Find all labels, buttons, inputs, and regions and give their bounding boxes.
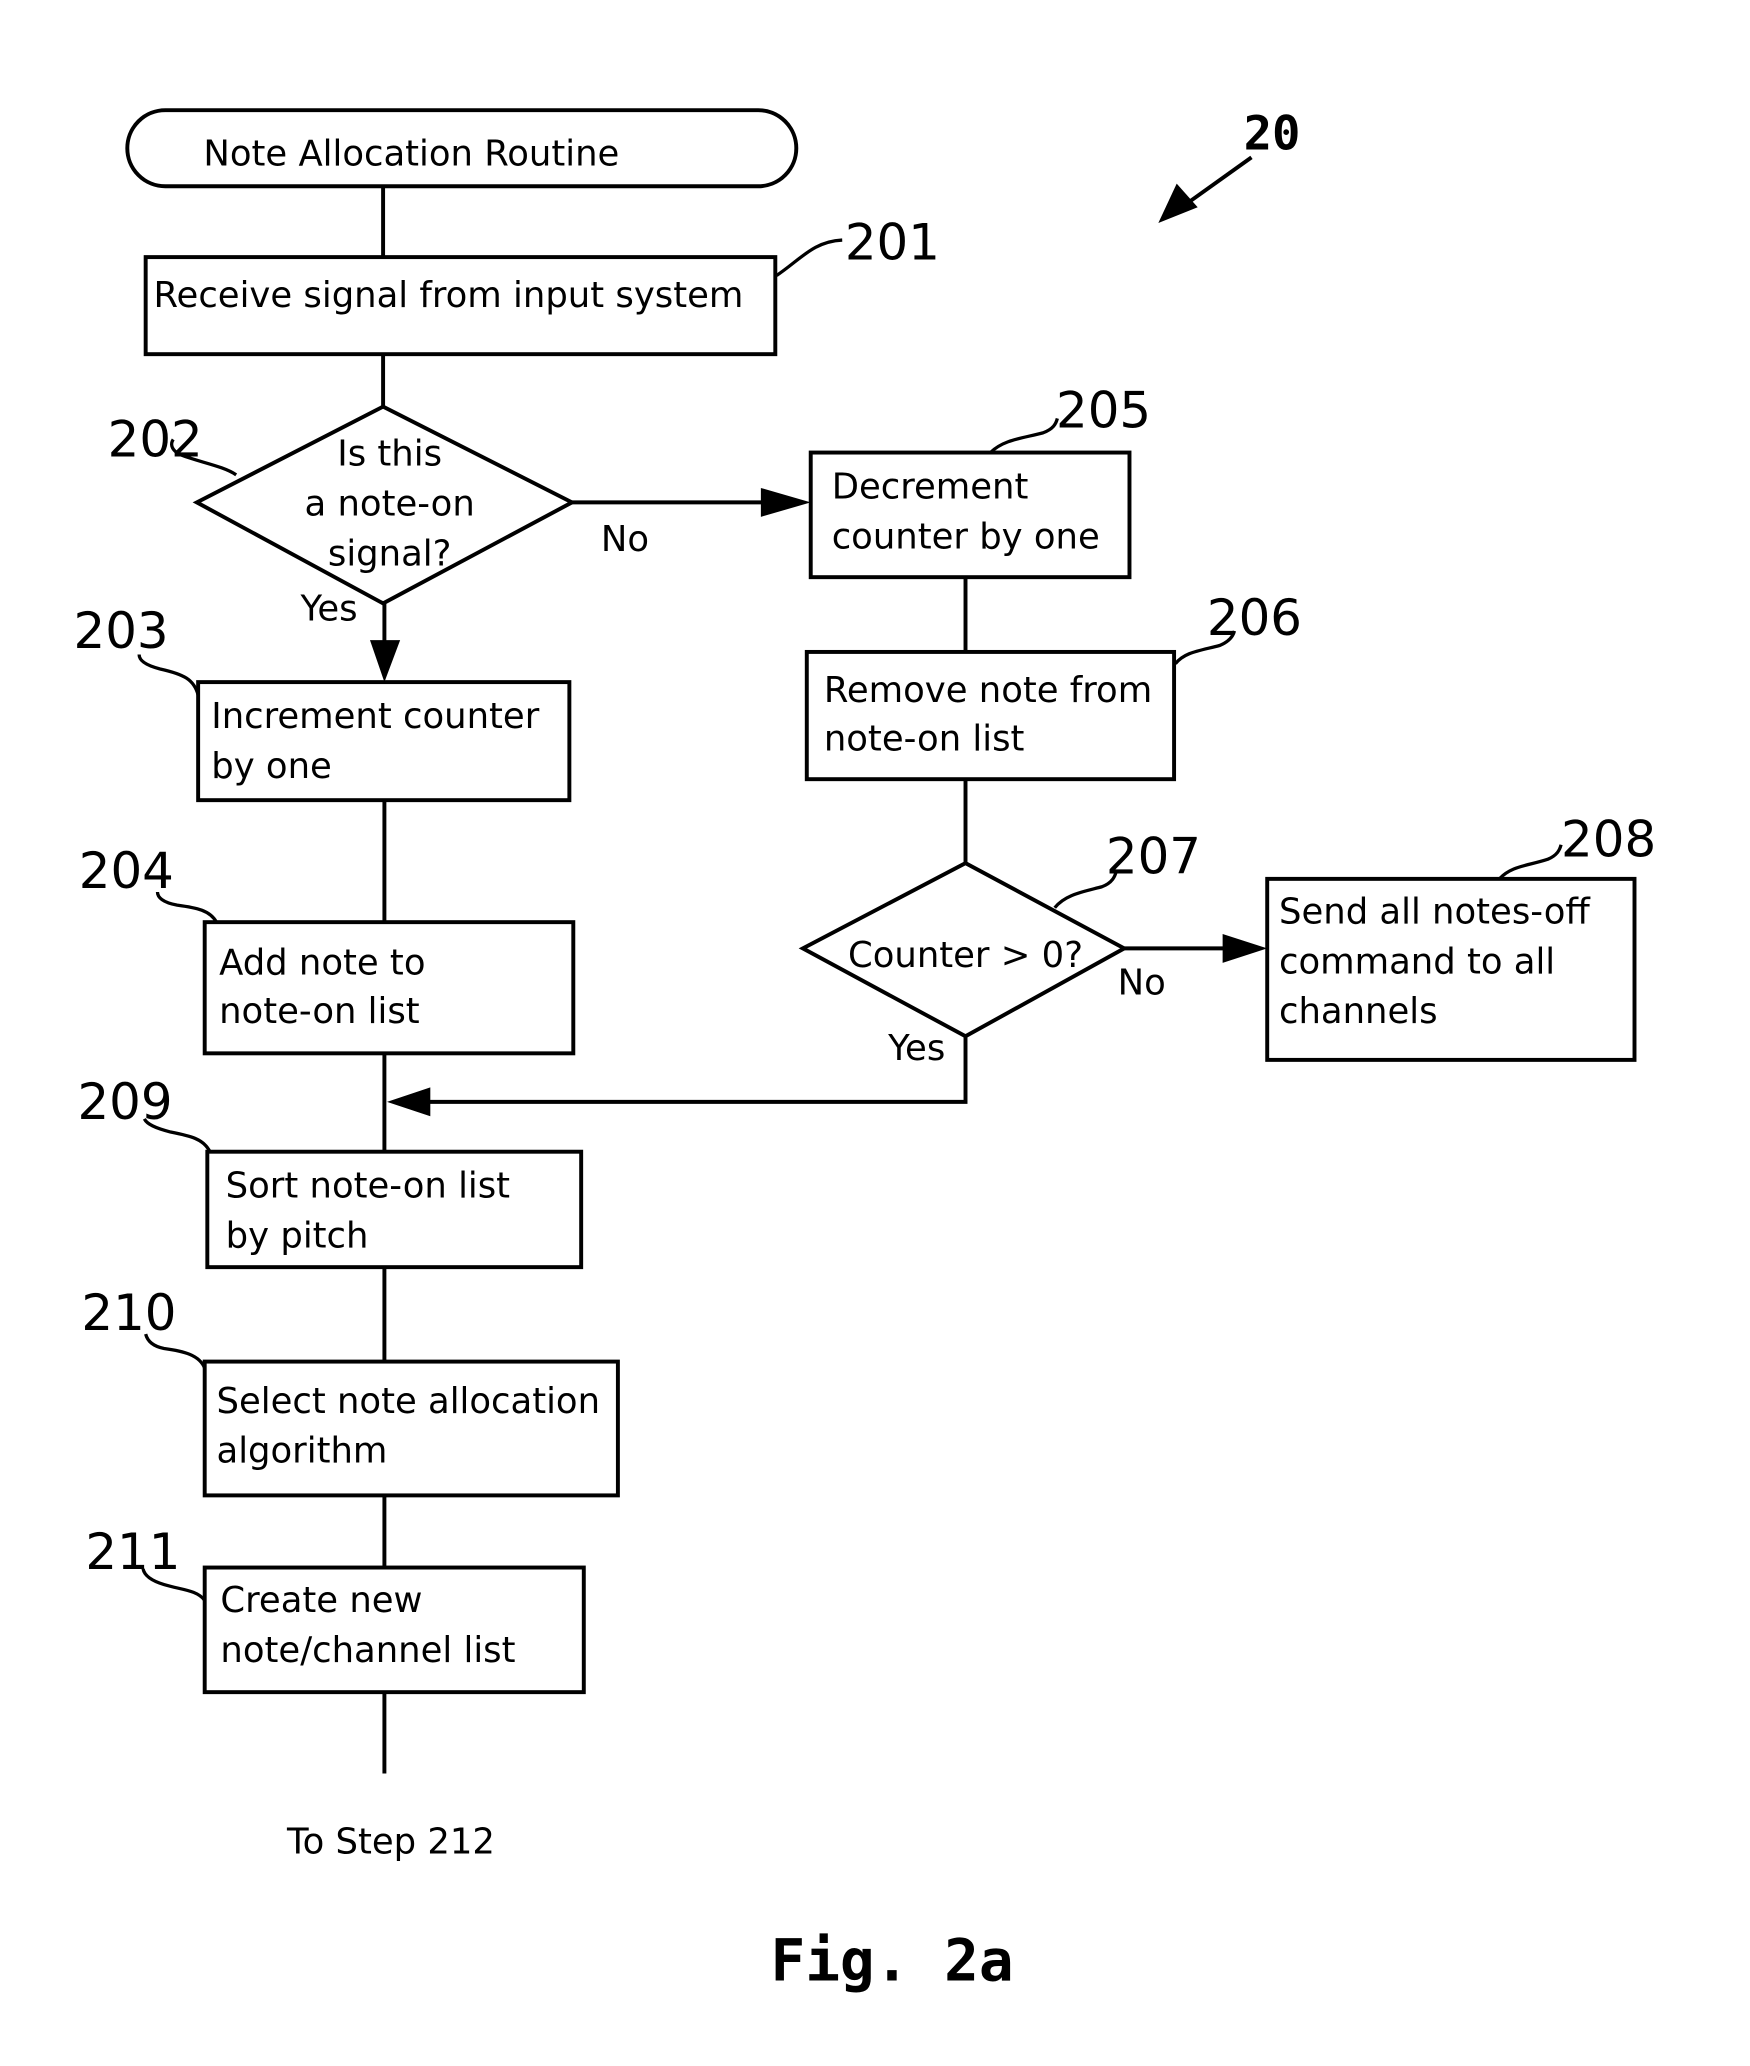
ref-20: 20 (1244, 107, 1301, 162)
leader-205 (989, 418, 1059, 454)
decision-207-no: No (1118, 962, 1166, 1003)
step-211-line-2: note/channel list (220, 1630, 515, 1671)
ref-210: 210 (81, 1284, 176, 1342)
arrowhead-to-203 (369, 640, 401, 683)
ref-208: 208 (1561, 811, 1656, 869)
leader-208 (1498, 844, 1563, 881)
step-208-line-3: channels (1279, 991, 1438, 1032)
step-206-remove-note: Remove note from note-on list 206 (804, 589, 1302, 782)
decision-202-line-2: a note-on (305, 484, 475, 525)
ref-205: 205 (1056, 382, 1151, 440)
ref-211: 211 (85, 1523, 180, 1581)
step-201-text: Receive signal from input system (154, 275, 744, 316)
step-208-send-notes-off: Send all notes-off command to all channe… (1265, 811, 1656, 1062)
step-201-receive-signal: Receive signal from input system 201 (143, 214, 940, 357)
step-208-line-2: command to all (1279, 941, 1555, 982)
step-211-line-1: Create new (220, 1580, 422, 1621)
step-210-line-1: Select note allocation (217, 1381, 601, 1422)
decision-207-yes: Yes (887, 1028, 945, 1069)
ref-201: 201 (845, 214, 940, 272)
decision-202-yes: Yes (299, 588, 357, 629)
figure-caption: Fig. 2a (770, 1927, 1013, 1995)
leader-203 (137, 654, 200, 696)
flowchart: Note Allocation Routine Receive signal f… (74, 107, 1657, 1995)
decision-207-text: Counter > 0? (848, 935, 1083, 976)
step-203-increment-counter: Increment counter by one 203 (74, 602, 572, 803)
decision-202-line-3: signal? (328, 533, 452, 574)
ref-206: 206 (1207, 589, 1302, 647)
leader-201 (775, 238, 843, 277)
step-204-line-1: Add note to (219, 943, 425, 984)
step-210-select-algorithm: Select note allocation algorithm 210 (81, 1284, 620, 1498)
ref-20-arrow-shaft (1186, 155, 1253, 205)
step-206-line-1: Remove note from (824, 670, 1152, 711)
step-211-create-list: Create new note/channel list 211 (85, 1523, 586, 1695)
decision-202-line-1: Is this (337, 434, 442, 475)
step-204-add-note: Add note to note-on list 204 (79, 842, 576, 1056)
step-210-line-2: algorithm (217, 1431, 388, 1472)
step-205-decrement-counter: Decrement counter by one 205 (808, 382, 1151, 580)
decision-202-no: No (601, 519, 649, 560)
step-209-line-2: by pitch (226, 1215, 369, 1256)
step-206-line-2: note-on list (824, 718, 1025, 759)
ref-202: 202 (108, 410, 203, 468)
step-205-line-2: counter by one (832, 516, 1100, 557)
arrowhead-loop-to-209 (387, 1087, 431, 1117)
ref-20-arrowhead (1158, 183, 1198, 223)
ref-203: 203 (74, 602, 169, 660)
arrowhead-to-208 (1222, 933, 1268, 963)
step-203-line-2: by one (211, 746, 332, 787)
start-terminator: Note Allocation Routine (125, 108, 799, 189)
decision-202-note-on: Is this a note-on signal? Yes No 202 (108, 404, 649, 629)
step-205-line-1: Decrement (832, 466, 1029, 507)
start-label: Note Allocation Routine (203, 133, 619, 174)
ref-207: 207 (1106, 828, 1201, 886)
ref-209: 209 (77, 1073, 172, 1131)
step-209-line-1: Sort note-on list (226, 1166, 511, 1207)
ref-204: 204 (79, 842, 174, 900)
arrowhead-to-205 (760, 487, 811, 517)
figure-reference-20: 20 (1158, 107, 1300, 223)
step-203-line-1: Increment counter (211, 696, 539, 737)
step-204-line-2: note-on list (219, 991, 420, 1032)
step-208-line-1: Send all notes-off (1279, 891, 1591, 932)
continuation-label: To Step 212 (286, 1821, 495, 1862)
